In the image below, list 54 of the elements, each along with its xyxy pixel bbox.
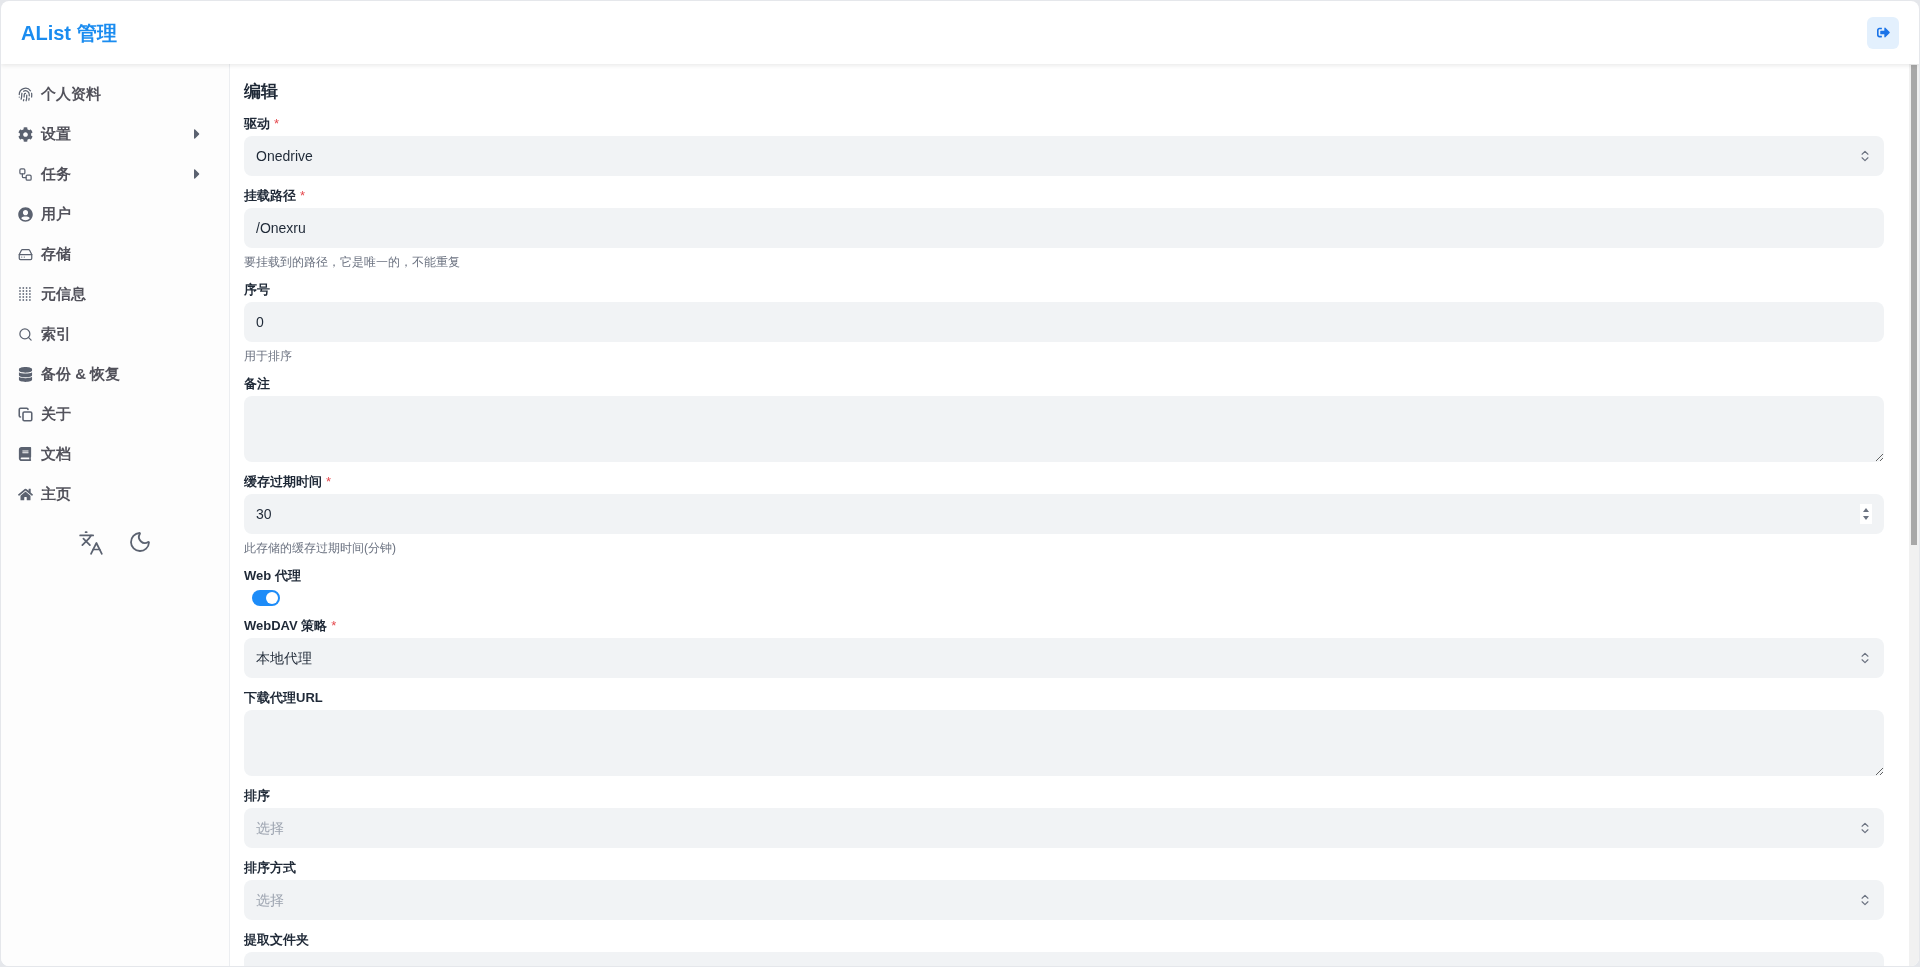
scrollbar[interactable] <box>1909 64 1919 966</box>
form-title: 编辑 <box>244 81 279 103</box>
field-label: 提取文件夹 <box>244 931 309 949</box>
spinner-icon[interactable] <box>1860 504 1872 524</box>
help-text: 用于排序 <box>244 348 293 364</box>
field-label: 序号 <box>244 281 270 299</box>
required-asterisk: * <box>326 473 332 491</box>
number-field[interactable]: 30 <box>244 494 1884 534</box>
search-icon <box>17 326 33 342</box>
storage-icon <box>17 246 33 262</box>
field-label: 驱动 <box>244 115 270 133</box>
dot-grid-icon <box>18 286 32 302</box>
help-text: 要挂载到的路径，它是唯一的，不能重复 <box>244 254 461 270</box>
sidebar-item[interactable]: 文档 <box>17 434 213 474</box>
textarea-field[interactable] <box>244 396 1884 462</box>
workflow-icon <box>17 166 33 182</box>
sidebar-item[interactable]: 设置 <box>17 114 213 154</box>
gear-icon <box>17 126 33 142</box>
field-label: 排序 <box>244 787 270 805</box>
field-label: 下载代理URL <box>244 689 323 707</box>
input-field[interactable]: 0 <box>244 302 1884 342</box>
logout-button[interactable] <box>1867 16 1899 49</box>
home-icon <box>17 486 33 502</box>
field-label: 排序方式 <box>244 859 296 877</box>
sidebar-item[interactable]: 主页 <box>17 474 213 514</box>
toggle-switch[interactable] <box>252 590 280 606</box>
logout-icon <box>1876 26 1890 39</box>
translate-icon[interactable] <box>78 530 104 556</box>
sidebar-item[interactable]: 任务 <box>17 154 213 194</box>
sidebar-item[interactable]: 索引 <box>17 314 213 354</box>
moon-icon[interactable] <box>128 530 152 554</box>
sidebar-item[interactable]: 存储 <box>17 234 213 274</box>
database-icon <box>17 366 33 382</box>
help-text: 此存储的缓存过期时间(分钟) <box>244 540 397 556</box>
fingerprint-icon <box>17 86 33 102</box>
sidebar-item[interactable]: 用户 <box>17 194 213 234</box>
field-label: 备注 <box>244 375 270 393</box>
sidebar-item[interactable]: 备份 & 恢复 <box>17 354 213 394</box>
field-label: 挂载路径 <box>244 187 296 205</box>
field-label: Web 代理 <box>244 567 301 585</box>
field-label: WebDAV 策略 <box>244 617 328 635</box>
textarea-field[interactable] <box>244 710 1884 776</box>
field-label: 缓存过期时间 <box>244 473 322 491</box>
required-asterisk: * <box>274 115 280 133</box>
required-asterisk: * <box>331 617 337 635</box>
sidebar-item[interactable]: 关于 <box>17 394 213 434</box>
input-field[interactable]: /Onexru <box>244 208 1884 248</box>
select-field[interactable]: 本地代理 <box>244 638 1884 678</box>
required-asterisk: * <box>300 187 306 205</box>
copy-icon <box>17 406 33 422</box>
sidebar-item[interactable]: 个人资料 <box>17 74 213 114</box>
select-field[interactable]: Onedrive <box>244 136 1884 176</box>
book-icon <box>18 447 32 461</box>
sidebar-item[interactable]: 元信息 <box>17 274 213 314</box>
